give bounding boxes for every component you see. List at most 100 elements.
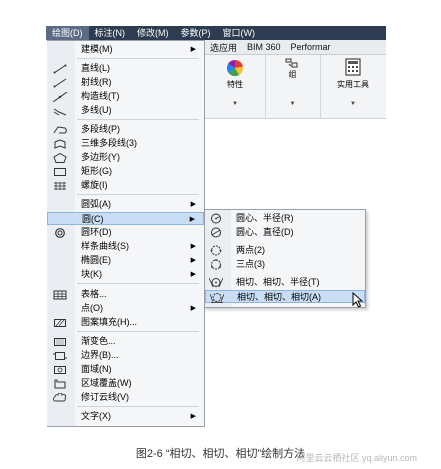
circle-center-radius-icon — [209, 213, 223, 224]
menu-item-table[interactable]: 表格... — [47, 288, 204, 301]
menu-item-label: 直线(L) — [81, 63, 110, 73]
chevron-down-icon[interactable]: ▼ — [265, 101, 320, 107]
menu-bar: 绘图(D) 标注(N) 修改(M) 参数(P) 窗口(W) — [46, 26, 386, 40]
table-icon — [53, 290, 67, 300]
3d-polyline-icon — [53, 139, 67, 149]
menu-item-label: 区域覆盖(W) — [81, 378, 132, 388]
menu-item-region[interactable]: 面域(N) — [47, 363, 204, 376]
menu-item-label: 图案填充(H)... — [81, 317, 137, 327]
menu-item-ellipse[interactable]: 椭圆(E) ▶ — [47, 254, 204, 267]
gradient-icon — [53, 337, 67, 347]
menu-dimension[interactable]: 标注(N) — [89, 26, 132, 40]
menu-item-3d-polyline[interactable]: 三维多段线(3) — [47, 137, 204, 150]
submenu-item-center-radius[interactable]: 圆心、半径(R) — [205, 212, 365, 225]
submenu-item-3point[interactable]: 三点(3) — [205, 258, 365, 271]
menu-item-block[interactable]: 块(K) ▶ — [47, 268, 204, 281]
menu-separator — [77, 194, 199, 195]
menu-item-label: 螺旋(I) — [81, 180, 108, 190]
submenu-item-tan-tan-radius[interactable]: 相切、相切、半径(T) — [205, 276, 365, 289]
menu-item-helix[interactable]: 螺旋(I) — [47, 179, 204, 192]
menu-item-modeling[interactable]: 建模(M) ▶ — [47, 43, 204, 56]
menu-item-arc[interactable]: 圆弧(A) ▶ — [47, 198, 204, 211]
menu-item-spline[interactable]: 样条曲线(S) ▶ — [47, 240, 204, 253]
menu-draw[interactable]: 绘图(D) — [46, 26, 89, 40]
color-wheel-icon — [226, 59, 244, 77]
ribbon-tab-bim360[interactable]: BIM 360 — [242, 42, 286, 52]
submenu-item-center-diameter[interactable]: 圆心、直径(D) — [205, 226, 365, 239]
group-icon — [285, 58, 299, 68]
ribbon-tab-performance[interactable]: Performar — [286, 42, 336, 52]
properties-panel[interactable]: 特性 ▼ — [205, 55, 266, 118]
menu-item-label: 射线(R) — [81, 77, 112, 87]
menu-item-polygon[interactable]: 多边形(Y) — [47, 151, 204, 164]
menu-item-point[interactable]: 点(O) ▶ — [47, 302, 204, 315]
circle-ttr-icon — [209, 277, 223, 288]
menu-item-label: 三维多段线(3) — [81, 138, 137, 148]
group-label: 组 — [288, 70, 297, 79]
menu-item-label: 渐变色... — [81, 336, 116, 346]
menu-item-circle[interactable]: 圆(C) ▶ — [47, 212, 204, 225]
menu-item-line[interactable]: 直线(L) — [47, 62, 204, 75]
menu-separator — [77, 406, 199, 407]
ribbon-tab-addins[interactable]: 选应用 — [205, 41, 242, 54]
submenu-item-tan-tan-tan[interactable]: 相切、相切、相切(A) — [205, 290, 365, 303]
menu-separator — [77, 283, 199, 284]
menu-window[interactable]: 窗口(W) — [217, 26, 262, 40]
menu-item-label: 面域(N) — [81, 364, 112, 374]
submenu-arrow-icon: ▶ — [189, 216, 195, 223]
menu-item-text[interactable]: 文字(X) ▶ — [47, 410, 204, 423]
line-icon — [53, 64, 67, 74]
menu-item-label: 圆(C) — [82, 214, 104, 224]
ray-icon — [53, 78, 67, 88]
menu-item-rectangle[interactable]: 矩形(G) — [47, 165, 204, 178]
submenu-arrow-icon: ▶ — [190, 271, 196, 278]
utilities-panel[interactable]: 实用工具 ▼ — [320, 55, 386, 118]
submenu-item-label: 圆心、半径(R) — [236, 213, 294, 223]
circle-2point-icon — [209, 245, 223, 256]
circle-center-diameter-icon — [209, 227, 223, 238]
revcloud-icon — [53, 393, 67, 403]
submenu-item-label: 两点(2) — [236, 245, 265, 255]
menu-item-label: 构造线(T) — [81, 91, 120, 101]
circle-submenu: 圆心、半径(R) 圆心、直径(D) 两点(2) 三点(3) 相切、相切、半径(T… — [204, 209, 366, 308]
menu-item-wipeout[interactable]: 区域覆盖(W) — [47, 377, 204, 390]
chevron-down-icon[interactable]: ▼ — [205, 101, 265, 107]
wipeout-icon — [53, 379, 67, 389]
submenu-item-label: 相切、相切、半径(T) — [236, 277, 320, 287]
menu-item-gradient[interactable]: 渐变色... — [47, 335, 204, 348]
circle-ttt-icon — [210, 292, 224, 303]
utilities-label: 实用工具 — [337, 80, 369, 89]
menu-item-label: 样条曲线(S) — [81, 241, 129, 251]
menu-item-label: 表格... — [81, 289, 107, 299]
submenu-arrow-icon: ▶ — [190, 413, 196, 420]
boundary-icon — [53, 351, 67, 361]
menu-item-label: 边界(B)... — [81, 350, 119, 360]
hatch-icon — [53, 318, 67, 328]
menu-item-ray[interactable]: 射线(R) — [47, 76, 204, 89]
rectangle-icon — [53, 167, 67, 177]
menu-item-xline[interactable]: 构造线(T) — [47, 90, 204, 103]
menu-parametric[interactable]: 参数(P) — [175, 26, 217, 40]
submenu-item-label: 相切、相切、相切(A) — [237, 292, 321, 302]
submenu-item-label: 圆心、直径(D) — [236, 227, 294, 237]
menu-item-revcloud[interactable]: 修订云线(V) — [47, 391, 204, 404]
menu-item-label: 矩形(G) — [81, 166, 112, 176]
menu-separator — [77, 331, 199, 332]
submenu-arrow-icon: ▶ — [190, 201, 196, 208]
menu-item-label: 块(K) — [81, 269, 102, 279]
mline-icon — [53, 106, 67, 116]
menu-modify[interactable]: 修改(M) — [131, 26, 175, 40]
menu-item-hatch[interactable]: 图案填充(H)... — [47, 316, 204, 329]
helix-icon — [53, 181, 67, 191]
menu-item-mline[interactable]: 多线(U) — [47, 104, 204, 117]
chevron-down-icon[interactable]: ▼ — [320, 101, 386, 107]
menu-item-donut[interactable]: 圆环(D) — [47, 226, 204, 239]
menu-item-label: 修订云线(V) — [81, 392, 129, 402]
menu-separator — [77, 58, 199, 59]
menu-item-boundary[interactable]: 边界(B)... — [47, 349, 204, 362]
submenu-item-2point[interactable]: 两点(2) — [205, 244, 365, 257]
menu-item-polyline[interactable]: 多段线(P) — [47, 123, 204, 136]
menu-item-label: 圆环(D) — [81, 227, 112, 237]
mouse-cursor-icon — [352, 292, 363, 308]
group-panel[interactable]: 组 ▼ — [265, 55, 321, 118]
